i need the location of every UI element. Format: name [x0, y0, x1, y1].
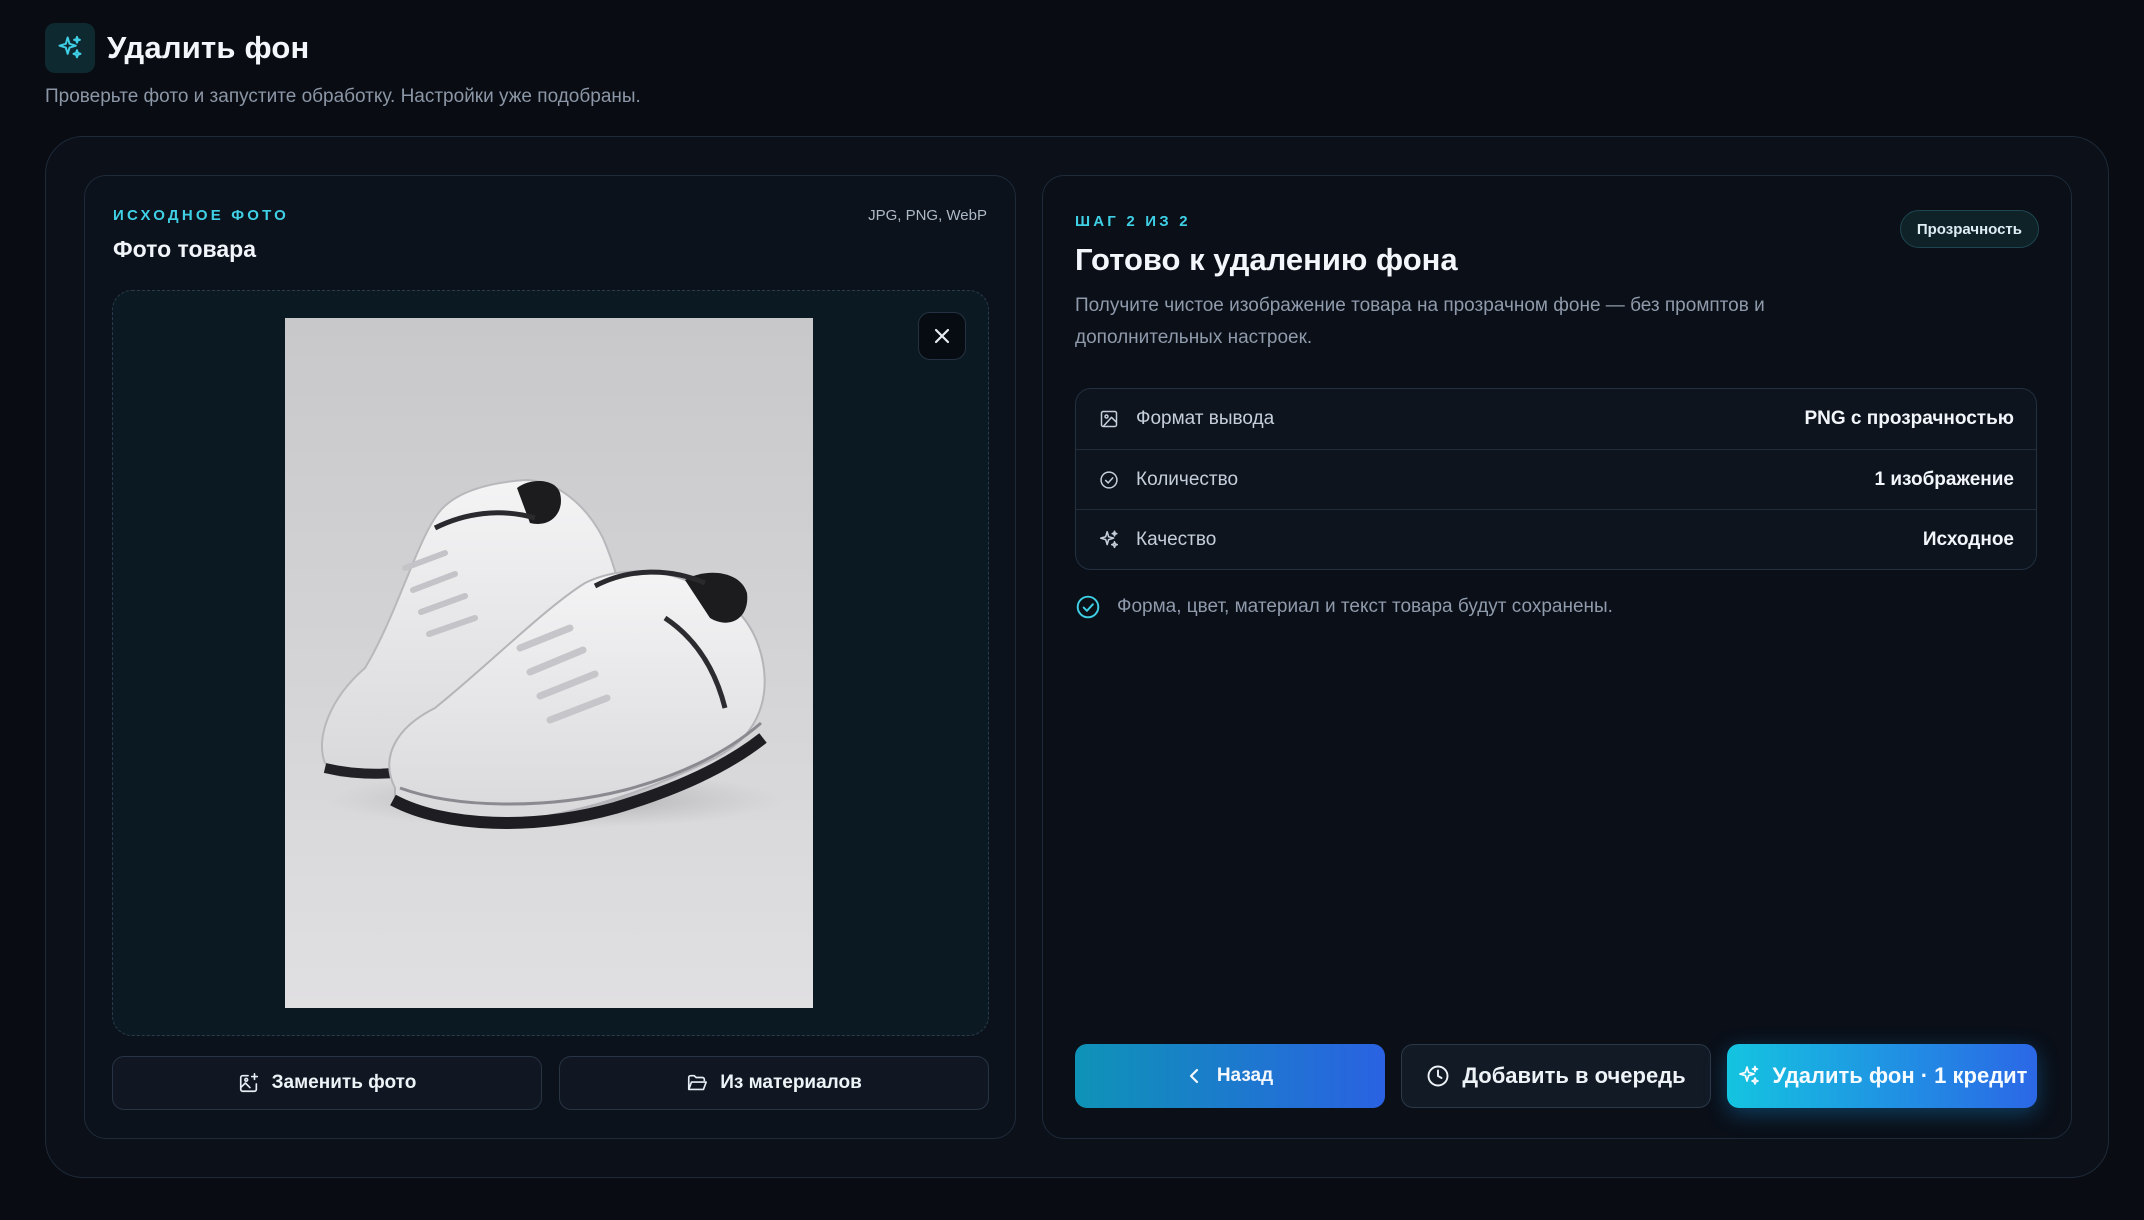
replace-photo-button[interactable]: Заменить фото	[112, 1056, 542, 1110]
sparkles-icon	[45, 23, 95, 73]
page-title: Удалить фон	[107, 30, 310, 65]
clock-icon	[1427, 1065, 1449, 1087]
page: Удалить фон Проверьте фото и запустите о…	[0, 0, 2144, 1220]
source-photo-overline: ИСХОДНОЕ ФОТО	[113, 207, 290, 224]
image-plus-icon	[239, 1073, 258, 1093]
setting-label: Качество	[1136, 528, 1217, 550]
folder-open-icon	[688, 1074, 708, 1091]
title-row: Удалить фон	[45, 23, 309, 73]
source-photo-card: ИСХОДНОЕ ФОТО JPG, PNG, WebP Фото товара	[84, 175, 1016, 1139]
back-label: Назад	[1216, 1065, 1274, 1086]
sparkles-icon	[1738, 1065, 1759, 1085]
preservation-note-text: Форма, цвет, материал и текст товара буд…	[1117, 596, 1613, 617]
sparkles-icon	[1098, 529, 1120, 551]
ready-description: Получите чистое изображение товара на пр…	[1075, 295, 1765, 348]
add-to-queue-button[interactable]: Добавить в очередь	[1401, 1044, 1711, 1108]
setting-value: Исходное	[1922, 528, 2014, 550]
remove-photo-button[interactable]	[918, 312, 966, 360]
remove-background-label: Удалить фон · 1 кредит	[1772, 1063, 2028, 1088]
close-icon	[934, 328, 950, 344]
setting-label: Формат вывода	[1136, 408, 1275, 429]
check-circle-icon	[1076, 595, 1100, 619]
product-photo	[285, 318, 813, 1008]
setting-value: PNG с прозрачностью	[1804, 408, 2014, 429]
page-subtitle: Проверьте фото и запустите обработку. На…	[45, 86, 641, 107]
replace-photo-label: Заменить фото	[271, 1072, 417, 1093]
setting-label: Количество	[1136, 468, 1239, 490]
image-icon	[1098, 408, 1120, 430]
transparency-badge: Прозрачность	[1899, 210, 2039, 248]
supported-formats: JPG, PNG, WebP	[868, 207, 987, 224]
remove-background-button[interactable]: Удалить фон · 1 кредит	[1727, 1044, 2037, 1108]
setting-row-quantity: Количество 1 изображение	[1076, 449, 2036, 509]
check-circle-icon	[1098, 469, 1120, 491]
sneakers-illustration	[320, 478, 785, 829]
preservation-note: Форма, цвет, материал и текст товара буд…	[1075, 594, 1613, 620]
step-indicator: ШАГ 2 ИЗ 2	[1075, 213, 1191, 230]
main-container: ИСХОДНОЕ ФОТО JPG, PNG, WebP Фото товара	[45, 136, 2109, 1178]
from-materials-button[interactable]: Из материалов	[559, 1056, 989, 1110]
setting-value: 1 изображение	[1874, 468, 2014, 490]
header: Удалить фон Проверьте фото и запустите о…	[45, 23, 641, 107]
chevron-left-icon	[1189, 1068, 1198, 1084]
add-to-queue-label: Добавить в очередь	[1462, 1063, 1686, 1088]
photo-dropzone[interactable]	[112, 290, 989, 1036]
settings-summary: Формат вывода PNG с прозрачностью Количе…	[1075, 388, 2037, 570]
product-photo-title: Фото товара	[113, 236, 256, 262]
back-button[interactable]: Назад	[1075, 1044, 1385, 1108]
ready-card: ШАГ 2 ИЗ 2 Прозрачность Готово к удалени…	[1042, 175, 2072, 1139]
ready-title: Готово к удалению фона	[1075, 242, 1458, 277]
from-materials-label: Из материалов	[720, 1072, 862, 1093]
setting-row-output-format: Формат вывода PNG с прозрачностью	[1076, 389, 2036, 449]
setting-row-quality: Качество Исходное	[1076, 509, 2036, 569]
